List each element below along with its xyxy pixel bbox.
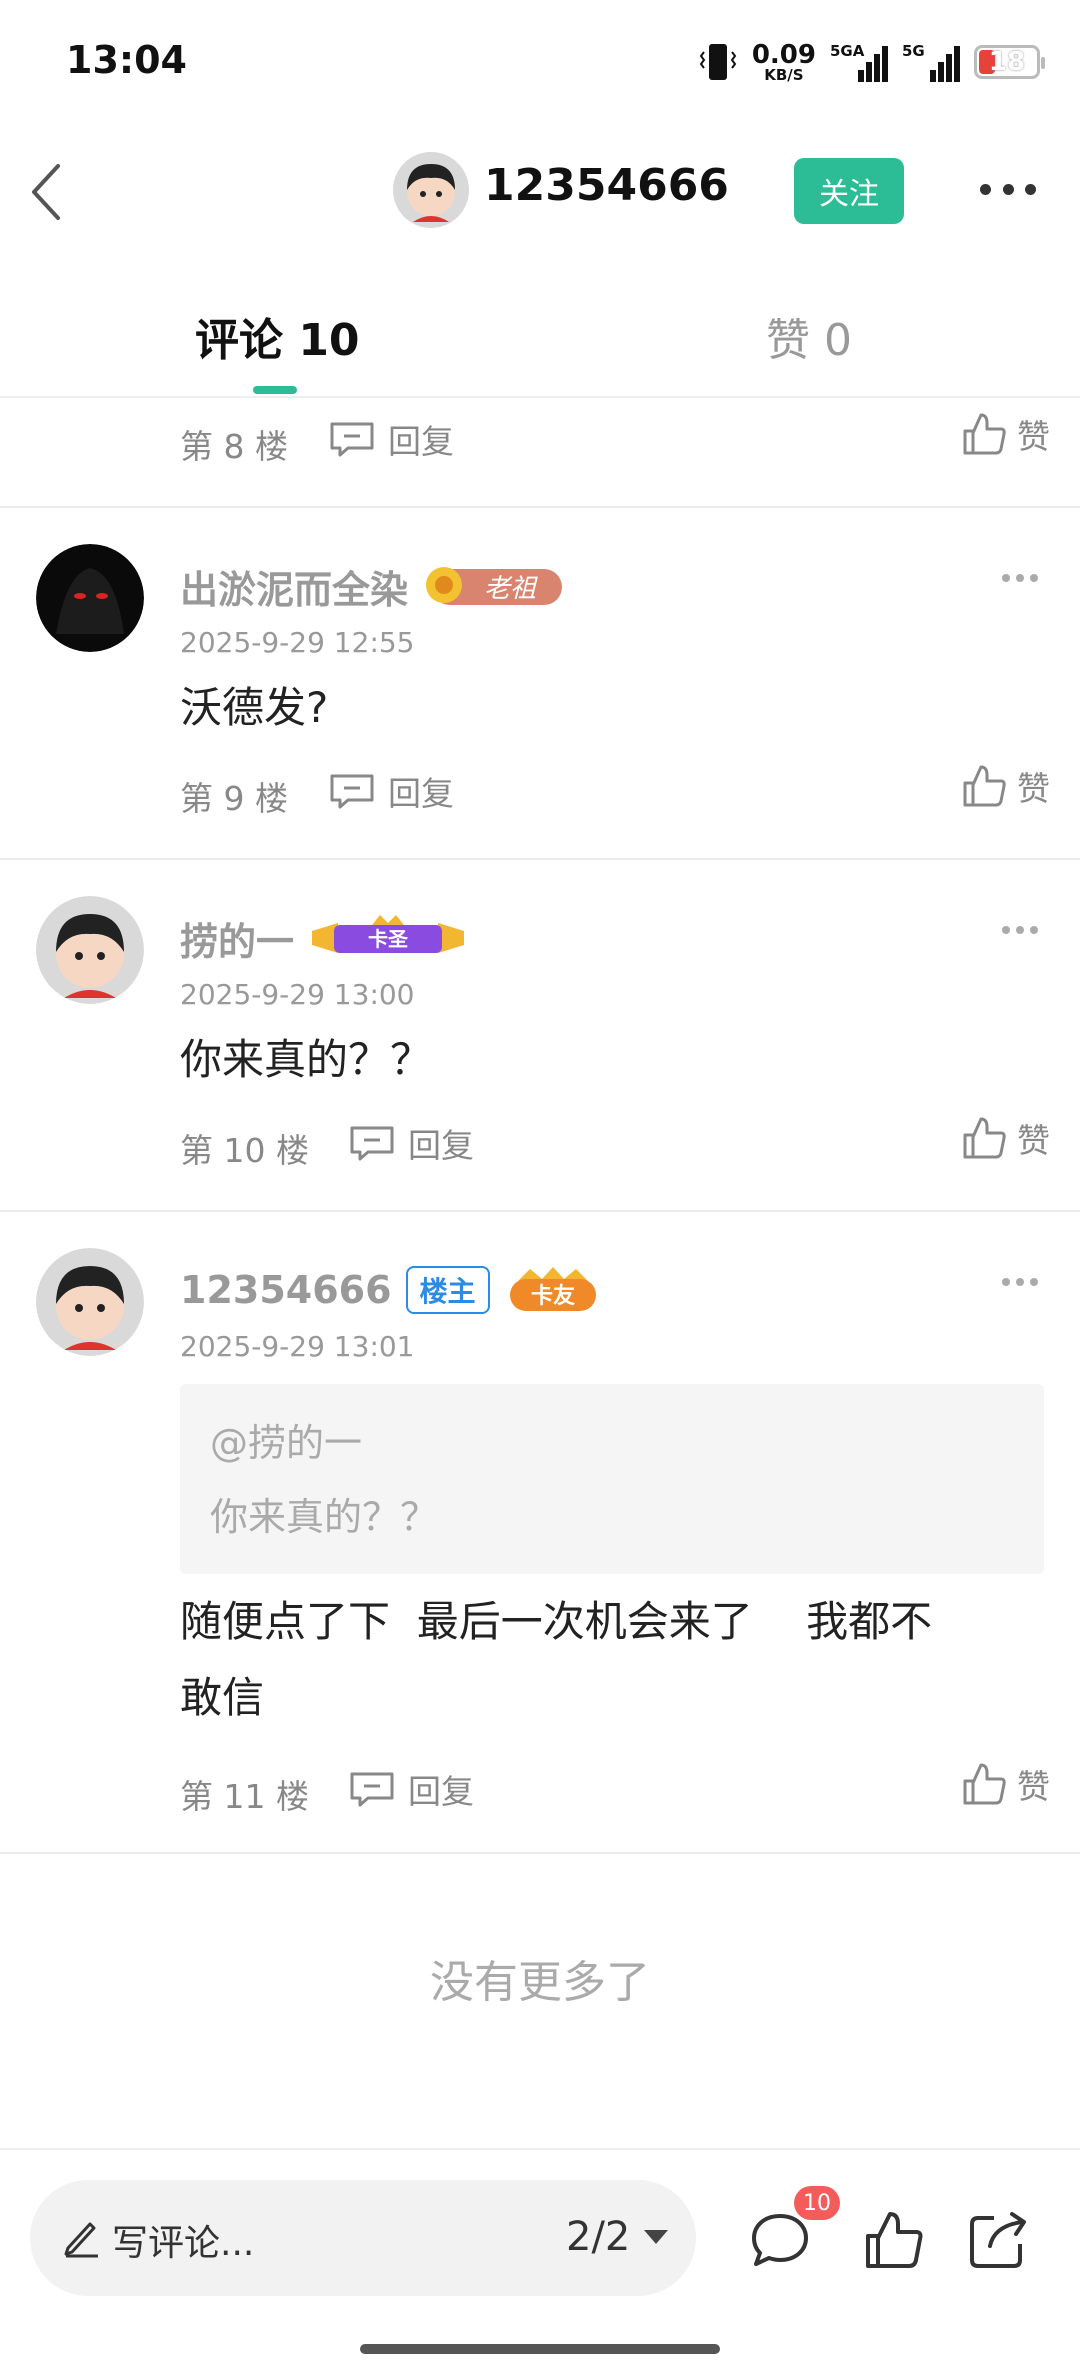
like-button[interactable]: 赞 — [961, 1114, 1050, 1162]
reply-button[interactable]: 回复 — [328, 768, 454, 814]
avatar[interactable] — [36, 1248, 144, 1356]
back-arrow-icon[interactable] — [28, 162, 68, 222]
comment-footer-floor-8: 第 8 楼 回复 赞 — [180, 413, 1050, 466]
comment-footer: 第 11 楼 回复 赞 — [180, 1763, 1050, 1816]
pencil-icon — [64, 2222, 98, 2258]
reply-button[interactable]: 回复 — [328, 416, 454, 462]
owner-badge: 楼主 — [405, 1266, 490, 1314]
author-name[interactable]: 捞的一 — [180, 911, 294, 966]
thumbs-up-icon — [963, 413, 1006, 455]
status-bar: 13:04 0.09 KB/S 5GA 5G 18 — [0, 0, 1080, 120]
floor-label: 第 11 楼 — [180, 1777, 309, 1816]
divider — [0, 1852, 1080, 1854]
dropdown-caret-icon[interactable] — [644, 2230, 668, 2244]
divider — [0, 506, 1080, 508]
follow-button[interactable]: 关注 — [794, 158, 904, 224]
comment-item: 12354666 楼主 卡友 2025-9-29 13:01 @捞的一 你来真的… — [0, 1248, 1080, 1848]
comment-date: 2025-9-29 13:00 — [180, 978, 415, 1011]
comment-text: 你来真的？？ — [180, 1035, 433, 1084]
comment-text: 沃德发? — [180, 683, 329, 732]
vibrate-icon — [699, 44, 737, 80]
reply-button[interactable]: 回复 — [348, 1766, 474, 1812]
divider — [0, 858, 1080, 860]
page-indicator[interactable]: 2/2 — [566, 2214, 630, 2260]
quote-mention: @捞的一 — [210, 1421, 363, 1465]
like-button[interactable]: 赞 — [961, 1760, 1050, 1808]
comment-author-row: 12354666 楼主 卡友 — [180, 1262, 602, 1318]
net-speed: 0.09 KB/S — [751, 39, 816, 84]
quoted-comment[interactable]: @捞的一 你来真的？？ — [180, 1384, 1044, 1574]
comment-author-row: 出淤泥而全染 老祖 — [180, 558, 566, 614]
comment-text-line-1: 随便点了下 最后一次机会来了 我都不 — [180, 1597, 933, 1646]
level-badge-kasheng: 卡圣 — [312, 915, 465, 953]
comment-footer: 第 9 楼 回复 赞 — [180, 765, 1050, 818]
reply-icon — [350, 1126, 394, 1161]
comment-date: 2025-9-29 13:01 — [180, 1330, 415, 1363]
svg-text:卡友: 卡友 — [531, 1284, 575, 1309]
level-badge-kayou: 卡友 — [509, 1267, 596, 1311]
comment-more-icon[interactable] — [1002, 574, 1038, 582]
header-username: 12354666 — [484, 160, 729, 211]
comment-item: 捞的一 卡圣 2025-9-29 13:00 你来真的？？ 第 10 楼 回复 … — [0, 896, 1080, 1212]
comment-author-row: 捞的一 卡圣 — [180, 910, 468, 966]
home-indicator[interactable] — [360, 2344, 720, 2354]
write-comment-placeholder: 写评论... — [112, 2223, 255, 2264]
tab-active-indicator — [253, 386, 297, 394]
comment-item: 出淤泥而全染 老祖 2025-9-29 12:55 沃德发? 第 9 楼 回复 … — [0, 544, 1080, 860]
status-icons: 0.09 KB/S 5GA 5G 18 — [698, 38, 1045, 86]
comment-date: 2025-9-29 12:55 — [180, 626, 415, 659]
comment-count-badge: 10 — [794, 2186, 840, 2220]
like-button[interactable]: 赞 — [961, 410, 1050, 458]
divider — [0, 1210, 1080, 1212]
avatar[interactable] — [36, 544, 144, 652]
battery-icon: 18 — [974, 45, 1045, 79]
bottom-action-bar: 写评论... 2/2 10 — [0, 2148, 1080, 2376]
comment-text-line-2: 敢信 — [180, 1673, 265, 1722]
comment-more-icon[interactable] — [1002, 926, 1038, 934]
floor-label: 第 8 楼 — [180, 427, 288, 466]
author-name[interactable]: 出淤泥而全染 — [180, 559, 408, 614]
svg-text:卡圣: 卡圣 — [368, 927, 409, 951]
tab-comments[interactable]: 评论 10 — [195, 304, 360, 368]
avatar[interactable] — [393, 152, 469, 228]
author-name[interactable]: 12354666 — [180, 1268, 392, 1312]
thumbs-up-icon — [963, 1117, 1006, 1159]
thumbs-up-icon — [963, 1763, 1006, 1805]
top-nav: 12354666 关注 — [0, 140, 1080, 240]
more-options-icon[interactable] — [980, 184, 1036, 196]
thumbs-up-icon — [963, 765, 1006, 807]
level-badge-laozu: 老祖 — [426, 567, 563, 605]
comment-more-icon[interactable] — [1002, 1278, 1038, 1286]
status-time: 13:04 — [66, 38, 187, 82]
share-icon[interactable] — [966, 2208, 1030, 2272]
comment-footer: 第 10 楼 回复 赞 — [180, 1117, 1050, 1170]
signal-icon: 5GA — [830, 42, 888, 82]
like-button[interactable]: 赞 — [961, 762, 1050, 810]
reply-icon — [330, 422, 374, 457]
avatar[interactable] — [36, 896, 144, 1004]
thumbs-up-icon[interactable] — [862, 2208, 926, 2272]
write-comment-input[interactable]: 写评论... 2/2 — [30, 2180, 696, 2296]
floor-label: 第 10 楼 — [180, 1131, 309, 1170]
quote-text: 你来真的？？ — [210, 1495, 439, 1539]
svg-text:老祖: 老祖 — [484, 574, 538, 604]
reply-button[interactable]: 回复 — [348, 1120, 474, 1166]
reply-icon — [330, 774, 374, 809]
end-of-list-text: 没有更多了 — [430, 1957, 650, 2008]
tab-bar: 评论 10 赞 0 — [0, 290, 1080, 398]
tab-likes[interactable]: 赞 0 — [766, 304, 852, 368]
floor-label: 第 9 楼 — [180, 779, 288, 818]
signal-icon-2: 5G — [902, 42, 960, 82]
reply-icon — [350, 1772, 394, 1807]
